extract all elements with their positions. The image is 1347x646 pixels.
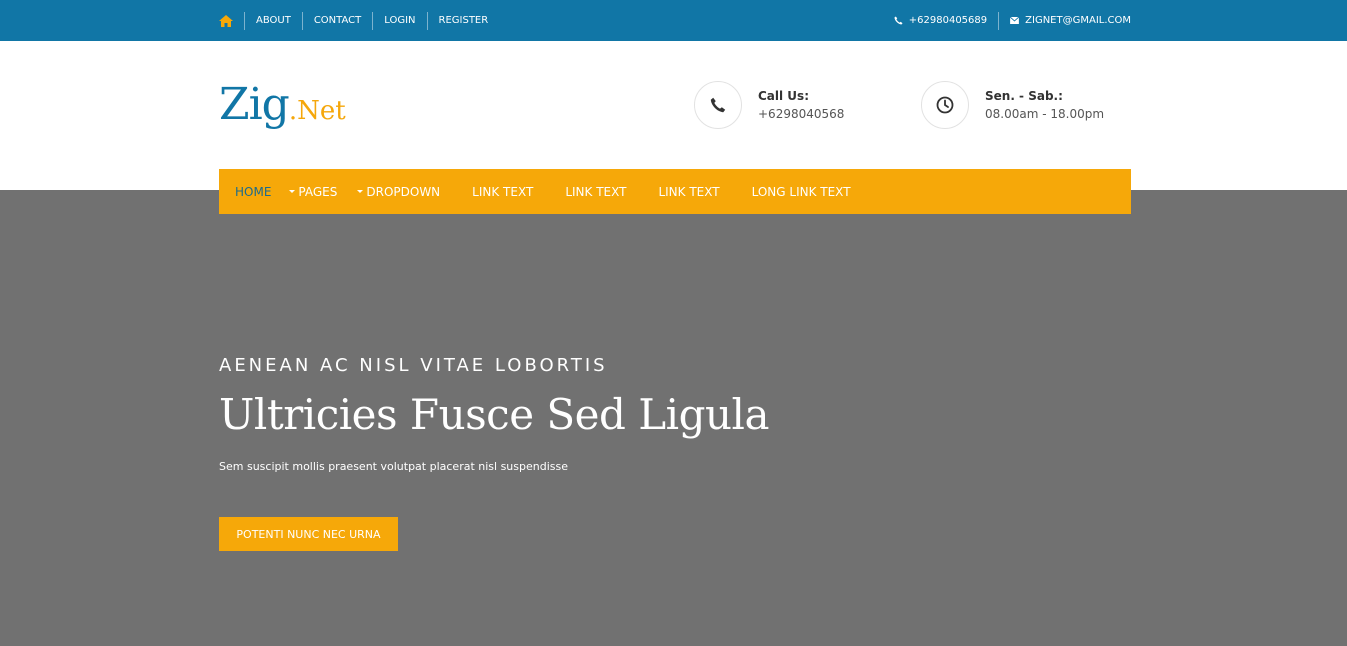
- nav-dropdown-label: DROPDOWN: [366, 184, 441, 199]
- call-us-label: Call Us:: [758, 89, 809, 103]
- nav-pages[interactable]: PAGES: [289, 185, 337, 199]
- phone-icon: [710, 97, 726, 113]
- hero-subtitle: Sem suscipit mollis praesent volutpat pl…: [219, 460, 568, 473]
- hero-cta-button[interactable]: POTENTI NUNC NEC URNA: [219, 517, 398, 551]
- login-link[interactable]: LOGIN: [372, 11, 426, 30]
- top-email[interactable]: ZIGNET@GMAIL.COM: [998, 11, 1131, 30]
- hero-title: Ultricies Fusce Sed Ligula: [219, 390, 770, 439]
- hours-value: 08.00am - 18.00pm: [985, 107, 1105, 121]
- top-phone-text: +62980405689: [908, 14, 988, 26]
- nav-pages-label: PAGES: [298, 184, 338, 199]
- home-icon: [219, 14, 233, 27]
- caret-down-icon: [357, 189, 364, 193]
- top-bar: ABOUT CONTACT LOGIN REGISTER +6298040568…: [0, 0, 1347, 41]
- hours-label: Sen. - Sab.:: [985, 89, 1063, 103]
- register-link[interactable]: REGISTER: [426, 11, 500, 30]
- nav-long-link[interactable]: LONG LINK TEXT: [752, 185, 851, 199]
- top-links: ABOUT CONTACT LOGIN REGISTER: [219, 0, 499, 41]
- nav-dropdown[interactable]: DROPDOWN: [357, 185, 440, 199]
- clock-icon: [936, 96, 954, 114]
- nav-home[interactable]: HOME: [235, 185, 271, 199]
- hero-kicker: AENEAN AC NISL VITAE LOBORTIS: [219, 355, 608, 376]
- about-link[interactable]: ABOUT: [244, 11, 302, 30]
- call-us-block: Call Us: +6298040568: [694, 81, 844, 129]
- site-header: Zig.Net Call Us: +6298040568 Sen. - Sab.…: [0, 41, 1347, 190]
- top-email-text: ZIGNET@GMAIL.COM: [1025, 14, 1131, 26]
- logo-main: Zig: [219, 79, 290, 130]
- home-link[interactable]: [219, 12, 244, 30]
- site-logo[interactable]: Zig.Net: [219, 79, 346, 130]
- nav-link-1[interactable]: LINK TEXT: [472, 185, 533, 199]
- call-us-number: +6298040568: [758, 107, 845, 121]
- hours-block: Sen. - Sab.: 08.00am - 18.00pm: [921, 81, 1104, 129]
- logo-dot: .: [288, 96, 298, 126]
- top-contact-info: +62980405689 ZIGNET@GMAIL.COM: [883, 0, 1131, 41]
- nav-link-3[interactable]: LINK TEXT: [658, 185, 719, 199]
- phone-circle: [694, 81, 742, 129]
- clock-circle: [921, 81, 969, 129]
- caret-down-icon: [289, 189, 296, 193]
- top-phone: +62980405689: [883, 12, 998, 30]
- main-nav: HOME PAGES DROPDOWN LINK TEXT LINK TEXT …: [219, 169, 1131, 214]
- phone-icon: [894, 16, 903, 25]
- logo-suffix: Net: [297, 96, 346, 126]
- contact-link[interactable]: CONTACT: [301, 11, 372, 30]
- envelope-icon: [1010, 17, 1020, 24]
- nav-link-2[interactable]: LINK TEXT: [565, 185, 626, 199]
